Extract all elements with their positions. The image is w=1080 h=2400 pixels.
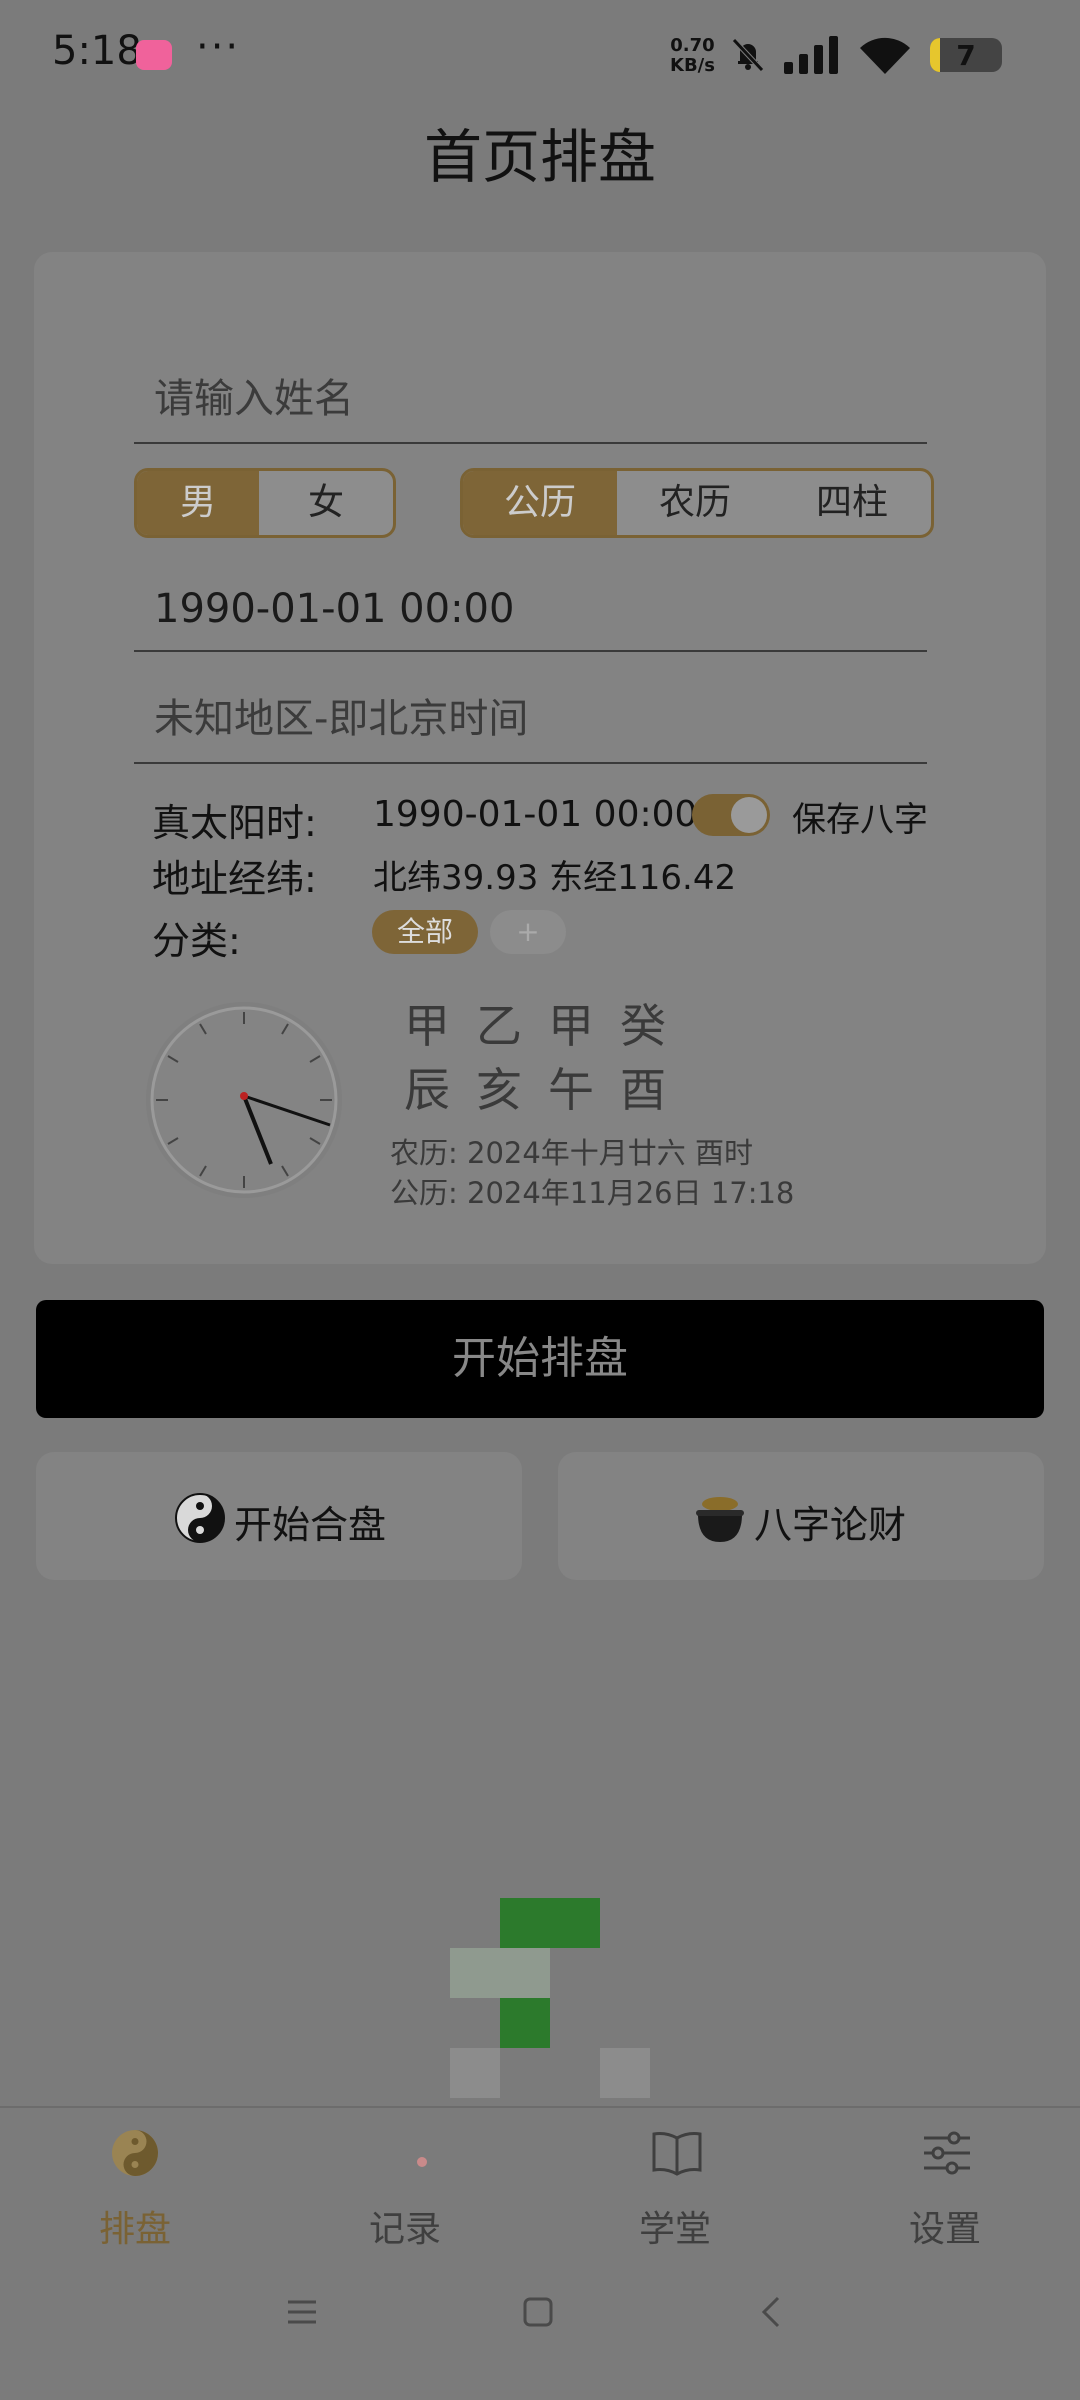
calendar-type-toggle: 公历 农历 四柱 bbox=[460, 468, 934, 538]
more-notifications-icon: ··· bbox=[196, 24, 241, 70]
app-notification-icon bbox=[136, 40, 172, 70]
tab-records[interactable]: 记录 bbox=[270, 2108, 540, 2250]
network-speed-value: 0.70 bbox=[670, 35, 715, 56]
tab-chart-label: 排盘 bbox=[98, 2209, 171, 2250]
coords-value: 北纬39.93 东经116.42 bbox=[373, 858, 737, 898]
calendar-option-lunar[interactable]: 农历 bbox=[617, 471, 773, 535]
name-input-placeholder: 请输入姓名 bbox=[154, 376, 354, 422]
current-stems: 甲乙甲癸 bbox=[404, 999, 692, 1053]
gender-option-male[interactable]: 男 bbox=[137, 471, 259, 535]
start-chart-button[interactable]: 开始排盘 bbox=[36, 1300, 1044, 1418]
ad-image[interactable] bbox=[450, 1898, 650, 2098]
back-nav-icon[interactable] bbox=[758, 2294, 784, 2330]
current-solar-date: 公历: 2024年11月26日 17:18 bbox=[390, 1176, 795, 1210]
save-bazi-label: 保存八字 bbox=[792, 800, 928, 840]
status-time: 5:18 bbox=[52, 28, 142, 74]
page-title: 首页排盘 bbox=[423, 123, 656, 191]
datetime-field[interactable]: 1990-01-01 00:00 bbox=[134, 538, 927, 652]
battery-level-text: 7 bbox=[956, 39, 976, 72]
current-lunar-date: 农历: 2024年十月廿六 酉时 bbox=[390, 1136, 754, 1170]
system-nav-bar bbox=[0, 2272, 1080, 2400]
tab-chart[interactable]: 排盘 bbox=[0, 2108, 270, 2250]
wifi-icon bbox=[860, 37, 910, 74]
true-solar-label: 真太阳时: bbox=[152, 801, 317, 845]
calendar-option-pillars[interactable]: 四柱 bbox=[773, 471, 931, 535]
true-solar-value: 1990-01-01 00:00 bbox=[373, 794, 698, 835]
category-chip-all[interactable]: 全部 bbox=[372, 910, 478, 954]
tab-school[interactable]: 学堂 bbox=[540, 2108, 810, 2250]
tab-school-label: 学堂 bbox=[638, 2209, 711, 2250]
match-chart-label: 开始合盘 bbox=[234, 1503, 387, 1547]
current-branches: 辰亥午酉 bbox=[404, 1063, 692, 1117]
category-label: 分类: bbox=[152, 919, 241, 963]
mute-bell-icon bbox=[732, 38, 764, 72]
calendar-option-solar[interactable]: 公历 bbox=[463, 471, 617, 535]
tab-settings[interactable]: 设置 bbox=[810, 2108, 1080, 2250]
battery-indicator: 7 bbox=[930, 38, 1002, 72]
record-icon bbox=[417, 2157, 427, 2167]
yin-yang-icon bbox=[112, 2130, 158, 2176]
bazi-wealth-label: 八字论财 bbox=[754, 1503, 907, 1547]
bottom-tab-bar: 排盘 记录 学堂 设置 bbox=[0, 2106, 1080, 2250]
name-input[interactable]: 请输入姓名 bbox=[134, 330, 927, 444]
signal-icon bbox=[784, 36, 838, 74]
save-bazi-switch[interactable] bbox=[692, 794, 770, 836]
region-value: 未知地区-即北京时间 bbox=[154, 696, 529, 742]
gender-option-female[interactable]: 女 bbox=[259, 471, 393, 535]
gender-toggle: 男 女 bbox=[134, 468, 396, 538]
tab-records-label: 记录 bbox=[368, 2209, 441, 2250]
match-chart-button[interactable]: 开始合盘 bbox=[36, 1452, 522, 1580]
bazi-wealth-button[interactable]: 八字论财 bbox=[558, 1452, 1044, 1580]
home-nav-icon[interactable] bbox=[522, 2296, 554, 2328]
region-field[interactable]: 未知地区-即北京时间 bbox=[134, 650, 927, 764]
datetime-value: 1990-01-01 00:00 bbox=[154, 586, 515, 632]
category-add-button[interactable]: + bbox=[490, 910, 566, 954]
status-bar: 5:18 ··· 0.70 KB/s 7 bbox=[0, 0, 1080, 108]
network-speed: 0.70 KB/s bbox=[670, 36, 715, 76]
tab-settings-label: 设置 bbox=[908, 2209, 981, 2250]
menu-nav-icon[interactable] bbox=[286, 2298, 318, 2326]
switch-knob bbox=[731, 797, 767, 833]
sliders-icon bbox=[924, 2131, 970, 2175]
network-speed-unit: KB/s bbox=[670, 55, 715, 76]
money-pot-icon bbox=[696, 1497, 744, 1542]
yin-yang-icon bbox=[175, 1493, 225, 1543]
book-icon bbox=[652, 2132, 702, 2176]
coords-label: 地址经纬: bbox=[152, 857, 317, 901]
analog-clock-icon bbox=[146, 1002, 342, 1198]
